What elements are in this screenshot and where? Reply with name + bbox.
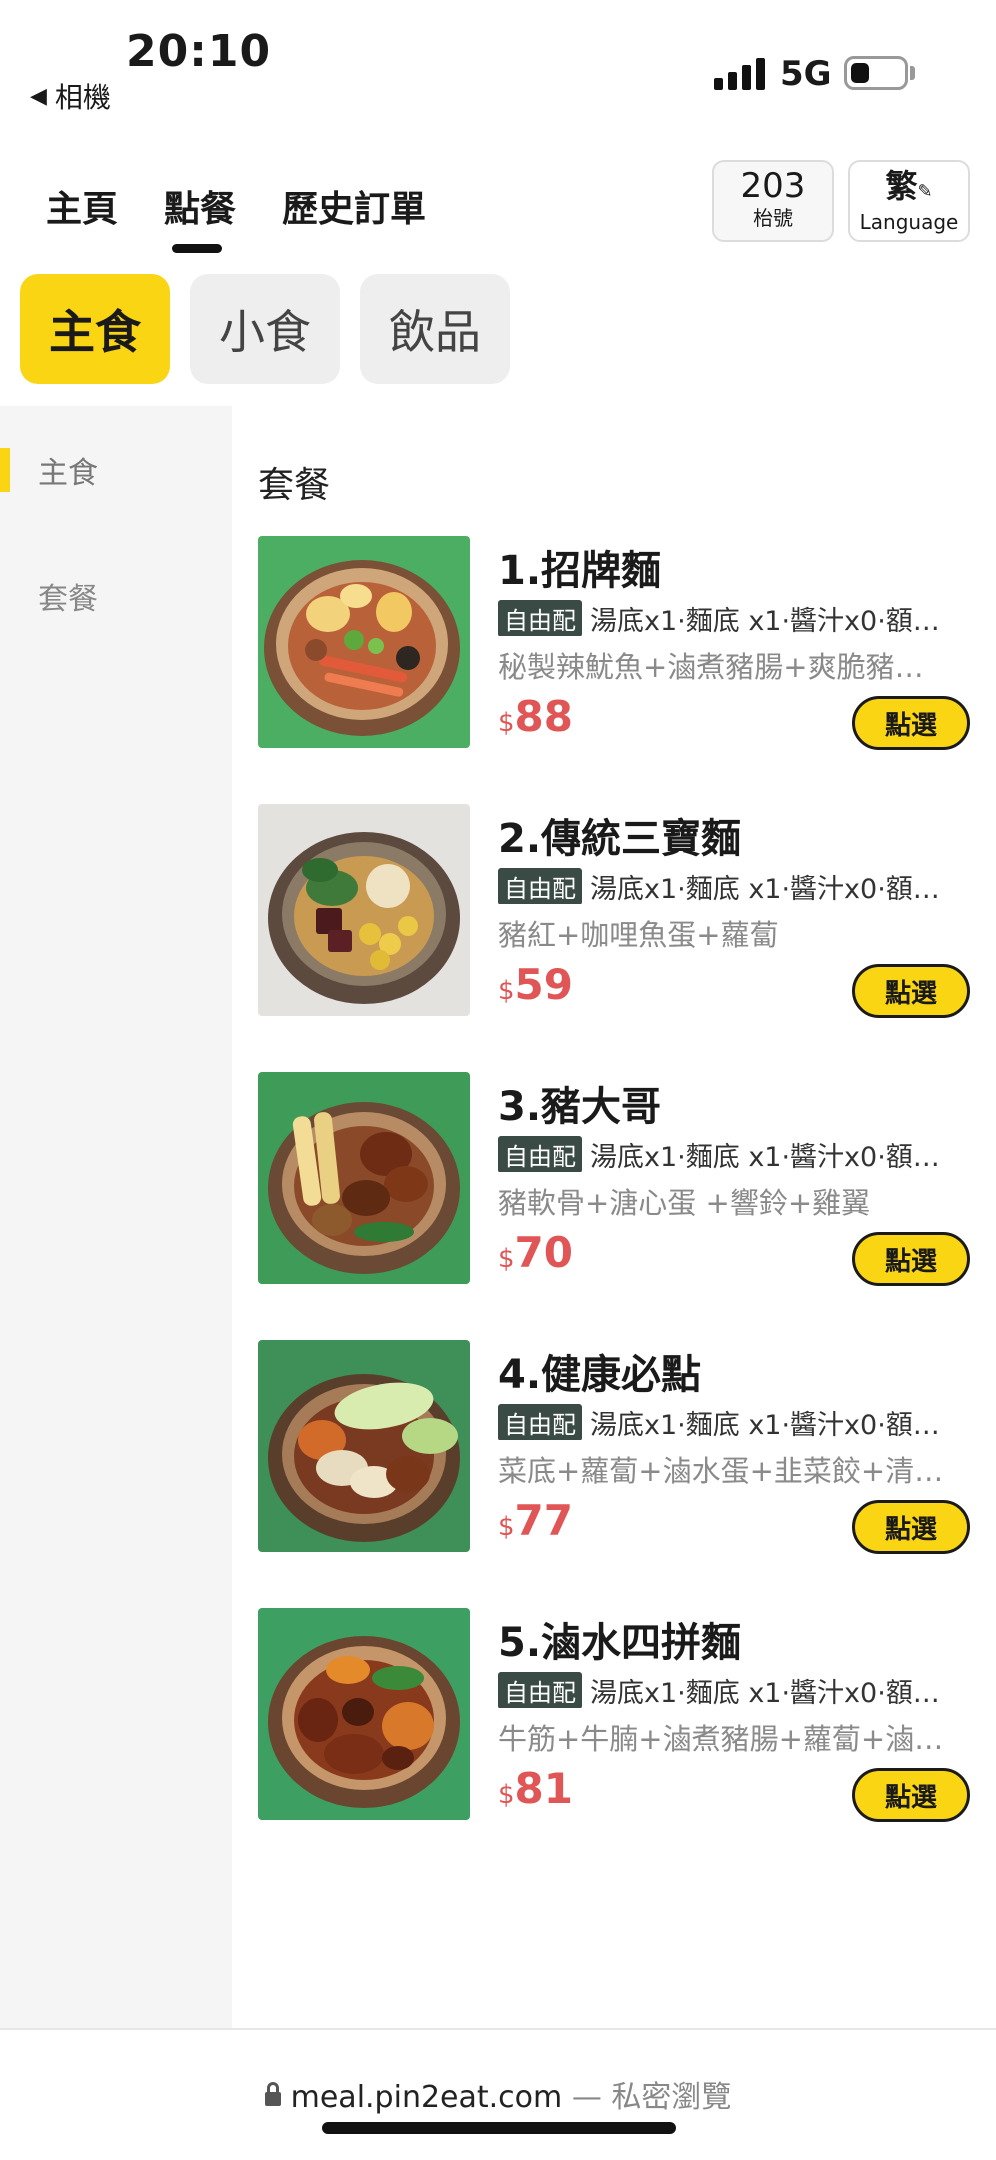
private-mode-label: 私密瀏覽 — [611, 2080, 732, 2115]
category-pills: 主食 小食 飲品 — [20, 274, 510, 384]
browser-url-bar[interactable]: meal.pin2eat.com — 私密瀏覽 — [0, 2028, 996, 2160]
select-button[interactable]: 點選 — [852, 964, 970, 1018]
free-match-tag: 自由配 — [498, 868, 582, 904]
item-price: $70 — [498, 1228, 573, 1277]
language-char-row: 繁✎ — [850, 168, 968, 210]
table-label: 枱號 — [753, 206, 793, 230]
battery-icon — [844, 56, 908, 90]
item-name: 1.招牌麵 — [498, 548, 662, 594]
category-snacks[interactable]: 小食 — [190, 274, 340, 384]
back-to-app-button[interactable]: ◀ 相機 — [30, 76, 111, 116]
section-title: 套餐 — [258, 465, 331, 506]
item-config: 湯底x1·麵底 x1·醬汁x0·額… — [590, 1141, 940, 1173]
tab-order[interactable]: 點餐 — [164, 180, 236, 232]
item-config-line: 自由配 湯底x1·麵底 x1·醬汁x0·額… — [498, 1136, 970, 1172]
item-description: 牛筋+牛腩+滷煮豬腸+蘿蔔+滷… — [498, 1722, 944, 1756]
item-description: 菜底+蘿蔔+滷水蛋+韭菜餃+清… — [498, 1454, 944, 1488]
dish-photo — [258, 1608, 470, 1820]
dish-photo — [258, 536, 470, 748]
lock-icon — [264, 2081, 281, 2106]
item-price: $81 — [498, 1764, 573, 1813]
language-char: 繁 — [885, 167, 918, 205]
dish-photo — [258, 804, 470, 1016]
item-config-line: 自由配 湯底x1·麵底 x1·醬汁x0·額… — [498, 868, 970, 904]
item-config: 湯底x1·麵底 x1·醬汁x0·額… — [590, 873, 940, 905]
top-nav: 主頁 點餐 歷史訂單 203 枱號 繁✎ Language — [0, 160, 996, 260]
menu-item[interactable]: 5.滷水四拼麵 自由配 湯底x1·麵底 x1·醬汁x0·額… 牛筋+牛腩+滷煮豬… — [258, 1608, 970, 1822]
item-config: 湯底x1·麵底 x1·醬汁x0·額… — [590, 1409, 940, 1441]
free-match-tag: 自由配 — [498, 600, 582, 636]
pencil-icon: ✎ — [917, 181, 933, 202]
item-config: 湯底x1·麵底 x1·醬汁x0·額… — [590, 1677, 940, 1709]
url-separator: — — [571, 2080, 602, 2115]
free-match-tag: 自由配 — [498, 1136, 582, 1172]
sidebar-item-main[interactable]: 主食 — [38, 448, 98, 492]
status-time: 20:10 — [126, 26, 272, 77]
item-description: 秘製辣魷魚+滷煮豬腸+爽脆豬… — [498, 650, 924, 684]
signal-icon — [714, 56, 765, 90]
network-label: 5G — [780, 54, 832, 94]
category-main[interactable]: 主食 — [20, 274, 170, 384]
category-drinks[interactable]: 飲品 — [360, 274, 510, 384]
item-name: 3.豬大哥 — [498, 1084, 662, 1130]
home-indicator[interactable] — [322, 2122, 676, 2134]
url-domain: meal.pin2eat.com — [290, 2080, 563, 2115]
item-description: 豬紅+咖哩魚蛋+蘿蔔 — [498, 918, 779, 952]
item-name: 2.傳統三寶麵 — [498, 816, 742, 862]
select-button[interactable]: 點選 — [852, 696, 970, 750]
item-config-line: 自由配 湯底x1·麵底 x1·醬汁x0·額… — [498, 600, 970, 636]
menu-item[interactable]: 1.招牌麵 自由配 湯底x1·麵底 x1·醬汁x0·額… 秘製辣魷魚+滷煮豬腸+… — [258, 536, 970, 750]
back-triangle-icon: ◀ — [30, 83, 47, 109]
item-config: 湯底x1·麵底 x1·醬汁x0·額… — [590, 605, 940, 637]
active-tab-indicator — [172, 244, 222, 253]
item-price: $77 — [498, 1496, 573, 1545]
select-button[interactable]: 點選 — [852, 1232, 970, 1286]
table-number: 203 — [740, 166, 806, 206]
table-number-badge: 203 枱號 — [712, 160, 834, 242]
item-price: $88 — [498, 692, 573, 741]
status-bar: 20:10 ◀ 相機 5G — [0, 0, 996, 130]
tab-home[interactable]: 主頁 — [46, 180, 118, 232]
menu-item[interactable]: 4.健康必點 自由配 湯底x1·麵底 x1·醬汁x0·額… 菜底+蘿蔔+滷水蛋+… — [258, 1340, 970, 1554]
item-price: $59 — [498, 960, 573, 1009]
battery-tip — [910, 66, 915, 80]
sidebar-active-indicator — [0, 448, 10, 492]
dish-photo — [258, 1072, 470, 1284]
menu-item[interactable]: 3.豬大哥 自由配 湯底x1·麵底 x1·醬汁x0·額… 豬軟骨+溏心蛋 +響鈴… — [258, 1072, 970, 1286]
select-button[interactable]: 點選 — [852, 1768, 970, 1822]
back-app-label: 相機 — [54, 81, 111, 114]
tab-order-history[interactable]: 歷史訂單 — [282, 180, 426, 232]
item-name: 4.健康必點 — [498, 1352, 702, 1398]
free-match-tag: 自由配 — [498, 1672, 582, 1708]
dish-photo — [258, 1340, 470, 1552]
select-button[interactable]: 點選 — [852, 1500, 970, 1554]
sidebar-item-set-meal[interactable]: 套餐 — [38, 574, 98, 618]
item-name: 5.滷水四拼麵 — [498, 1620, 742, 1666]
item-config-line: 自由配 湯底x1·麵底 x1·醬汁x0·額… — [498, 1672, 970, 1708]
sidebar: 主食 套餐 — [0, 406, 232, 2028]
menu-item[interactable]: 2.傳統三寶麵 自由配 湯底x1·麵底 x1·醬汁x0·額… 豬紅+咖哩魚蛋+蘿… — [258, 804, 970, 1018]
language-button[interactable]: 繁✎ Language — [848, 160, 970, 242]
item-description: 豬軟骨+溏心蛋 +響鈴+雞翼 — [498, 1186, 871, 1220]
language-label: Language — [859, 210, 959, 234]
url-text: meal.pin2eat.com — 私密瀏覽 — [0, 2072, 996, 2116]
item-config-line: 自由配 湯底x1·麵底 x1·醬汁x0·額… — [498, 1404, 970, 1440]
free-match-tag: 自由配 — [498, 1404, 582, 1440]
